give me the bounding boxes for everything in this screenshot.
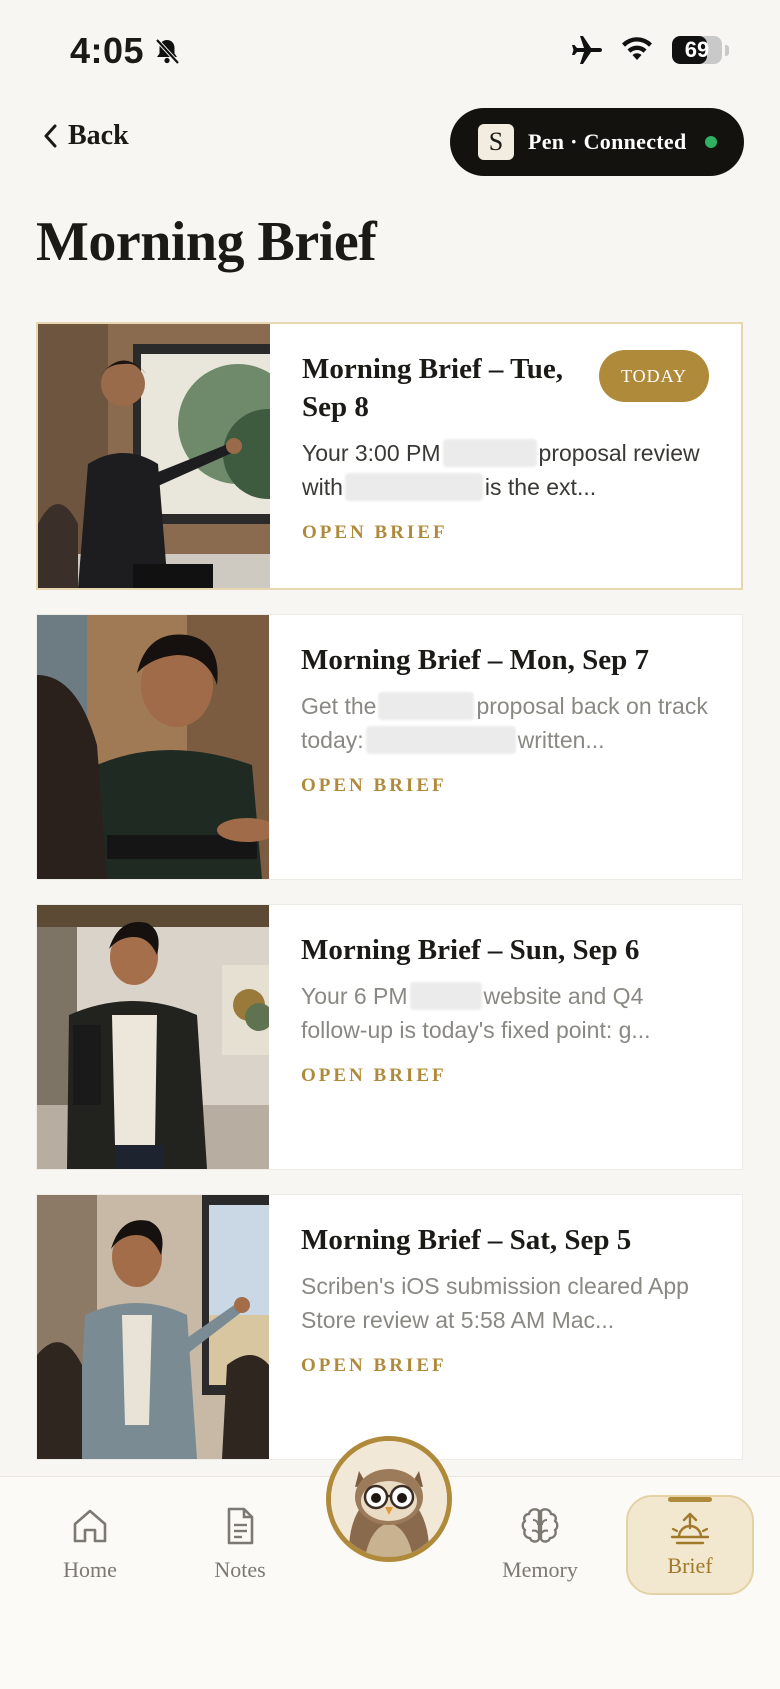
tab-memory[interactable]: Memory: [480, 1505, 600, 1583]
brief-title: Morning Brief – Mon, Sep 7: [301, 644, 649, 676]
tab-brief[interactable]: Brief: [626, 1495, 754, 1595]
status-time: 4:05: [70, 30, 145, 71]
owl-mascot-icon: [331, 1441, 447, 1557]
active-indicator: [668, 1497, 712, 1502]
brief-photo: [37, 615, 269, 879]
brief-card[interactable]: Morning Brief – Sat, Sep 5 Scriben's iOS…: [36, 1194, 743, 1460]
sunrise-icon: [670, 1512, 710, 1545]
pen-connection-status[interactable]: S Pen · Connected: [450, 108, 744, 176]
brief-card[interactable]: Morning Brief – Tue, Sep 8 Your 3:00 PM p…: [36, 322, 743, 590]
brain-icon: [521, 1508, 559, 1543]
brief-photo: [37, 1195, 269, 1459]
brief-list: Morning Brief – Tue, Sep 8 Your 3:00 PM p…: [36, 322, 743, 1550]
pen-status-text: Pen · Connected: [528, 129, 687, 154]
brief-excerpt: Get the proposal back on track today: writ…: [301, 692, 708, 754]
tab-memory-label: Memory: [502, 1557, 578, 1582]
open-brief-link[interactable]: OPEN BRIEF: [301, 1355, 712, 1377]
connected-dot: [704, 136, 717, 148]
brief-photo: [38, 324, 270, 588]
tab-notes-label: Notes: [214, 1557, 266, 1582]
back-button[interactable]: Back: [42, 120, 129, 152]
brief-excerpt: Scriben's iOS submission cleared App Sto…: [301, 1273, 689, 1333]
chevron-left-icon: [44, 124, 57, 148]
scriben-logo: S: [478, 124, 514, 160]
tab-brief-label: Brief: [667, 1553, 713, 1578]
battery-percent: 69: [684, 37, 710, 62]
home-icon: [73, 1509, 107, 1543]
tab-home[interactable]: Home: [30, 1505, 150, 1583]
redacted-text: [378, 692, 475, 720]
open-brief-link[interactable]: OPEN BRIEF: [301, 1065, 712, 1087]
brief-title: Morning Brief – Tue, Sep 8: [302, 353, 564, 423]
brief-card[interactable]: Morning Brief – Mon, Sep 7 Get the propos…: [36, 614, 743, 880]
airplane-icon: [570, 34, 604, 71]
brief-title: Morning Brief – Sat, Sep 5: [301, 1224, 632, 1256]
back-label: Back: [68, 120, 129, 151]
brief-photo: [37, 905, 269, 1169]
bell-muted-icon: [152, 36, 182, 71]
tab-home-label: Home: [63, 1557, 117, 1582]
redacted-text: [365, 726, 516, 754]
brief-title: Morning Brief – Sun, Sep 6: [301, 934, 640, 966]
wifi-icon: [620, 34, 654, 67]
today-badge: TODAY: [599, 350, 709, 402]
redacted-text: [344, 473, 483, 501]
document-icon: [227, 1507, 254, 1545]
brief-excerpt: Your 3:00 PM proposal review with is the e…: [302, 439, 700, 501]
open-brief-link[interactable]: OPEN BRIEF: [301, 775, 712, 797]
brief-excerpt: Your 6 PM website and Q4 follow-up is tod…: [301, 982, 651, 1043]
battery-indicator: 69: [672, 36, 730, 66]
owl-assistant-button[interactable]: [326, 1436, 452, 1562]
status-bar: 4:05 69: [0, 0, 780, 100]
brief-card[interactable]: Morning Brief – Sun, Sep 6 Your 6 PM webs…: [36, 904, 743, 1170]
page-title: Morning Brief: [36, 211, 377, 273]
redacted-text: [442, 439, 537, 467]
open-brief-link[interactable]: OPEN BRIEF: [302, 522, 711, 544]
redacted-text: [409, 982, 482, 1010]
tab-notes[interactable]: Notes: [180, 1505, 300, 1583]
